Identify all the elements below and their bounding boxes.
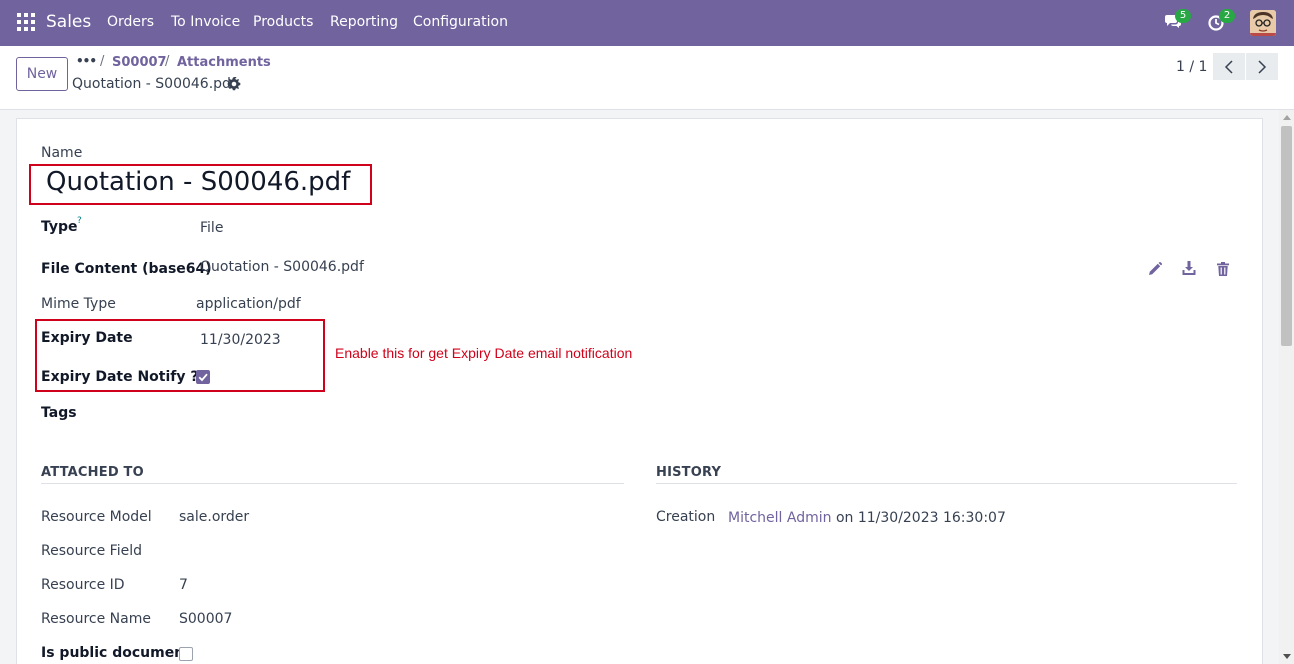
vertical-scrollbar[interactable] (1279, 110, 1294, 664)
resource-id-label: Resource ID (41, 577, 125, 593)
pager-next-button[interactable] (1246, 53, 1278, 80)
breadcrumb-more-button[interactable]: ••• (76, 54, 97, 68)
menu-item-orders[interactable]: Orders (107, 14, 154, 30)
chevron-left-icon (1224, 59, 1233, 74)
new-button[interactable]: New (16, 57, 68, 91)
activities-count-badge: 2 (1219, 9, 1235, 23)
breadcrumb-s00007[interactable]: S00007 (112, 55, 167, 70)
file-content-field[interactable]: Quotation - S00046.pdf (200, 259, 364, 275)
creation-date-text: on 11/30/2023 16:30:07 (835, 510, 1006, 526)
menu-item-configuration[interactable]: Configuration (413, 14, 508, 30)
top-navbar: Sales Orders To Invoice Products Reporti… (0, 0, 1294, 46)
history-divider (656, 483, 1237, 484)
is-public-label: Is public document (41, 645, 191, 661)
creation-value: Mitchell Admin on 11/30/2023 16:30:07 (728, 510, 1006, 526)
expiry-notify-checkbox[interactable] (196, 370, 210, 384)
apps-menu-icon[interactable] (17, 13, 35, 31)
menu-item-reporting[interactable]: Reporting (330, 14, 398, 30)
messages-button[interactable]: 5 (1163, 9, 1191, 34)
trash-icon[interactable] (1215, 261, 1231, 277)
expiry-date-label: Expiry Date (41, 330, 133, 346)
messages-count-badge: 5 (1175, 9, 1191, 23)
is-public-checkbox[interactable] (179, 647, 193, 661)
user-avatar-icon (1250, 10, 1276, 36)
scroll-down-arrow-icon[interactable] (1283, 654, 1291, 659)
activities-button[interactable]: 2 (1207, 9, 1235, 34)
pager-value[interactable]: 1 / 1 (1176, 59, 1207, 75)
chevron-right-icon (1258, 59, 1267, 74)
resource-model-field[interactable]: sale.order (179, 509, 249, 525)
history-section-title: HISTORY (656, 465, 722, 480)
name-label: Name (41, 145, 83, 161)
control-panel: New ••• / S00007 / Attachments Quotation… (0, 46, 1294, 110)
user-avatar[interactable] (1250, 10, 1276, 36)
checkmark-icon (198, 373, 208, 382)
type-field[interactable]: File (200, 220, 223, 236)
gear-icon[interactable] (227, 77, 241, 91)
resource-model-label: Resource Model (41, 509, 152, 525)
creation-user-link[interactable]: Mitchell Admin (728, 510, 832, 526)
resource-id-field[interactable]: 7 (179, 577, 188, 593)
tags-label: Tags (41, 405, 77, 421)
expiry-date-field[interactable]: 11/30/2023 (200, 332, 281, 348)
app-name[interactable]: Sales (46, 12, 91, 32)
breadcrumb-attachments[interactable]: Attachments (177, 55, 271, 70)
attached-to-section-title: ATTACHED TO (41, 465, 144, 480)
resource-name-field[interactable]: S00007 (179, 611, 232, 627)
scrollbar-thumb[interactable] (1281, 126, 1292, 346)
mime-type-label: Mime Type (41, 296, 116, 312)
resource-field-label: Resource Field (41, 543, 142, 559)
pencil-icon[interactable] (1147, 261, 1163, 277)
type-label: Type (41, 219, 78, 235)
breadcrumb-separator: / (100, 54, 105, 69)
attached-to-divider (41, 483, 624, 484)
breadcrumb-separator: / (165, 54, 170, 69)
scroll-up-arrow-icon[interactable] (1283, 115, 1291, 120)
menu-item-products[interactable]: Products (253, 14, 313, 30)
file-content-label: File Content (base64) (41, 261, 212, 277)
expiry-annotation-note: Enable this for get Expiry Date email no… (335, 345, 633, 361)
pager-previous-button[interactable] (1213, 53, 1245, 80)
download-icon[interactable] (1181, 260, 1197, 276)
expiry-notify-label: Expiry Date Notify ?? (41, 369, 207, 385)
creation-label: Creation (656, 509, 716, 525)
mime-type-field[interactable]: application/pdf (196, 296, 301, 312)
record-title: Quotation - S00046.pdf (72, 76, 236, 92)
type-help-tooltip[interactable]: ? (77, 216, 82, 226)
name-field[interactable]: Quotation - S00046.pdf (46, 167, 350, 197)
menu-item-to-invoice[interactable]: To Invoice (171, 14, 240, 30)
resource-name-label: Resource Name (41, 611, 151, 627)
